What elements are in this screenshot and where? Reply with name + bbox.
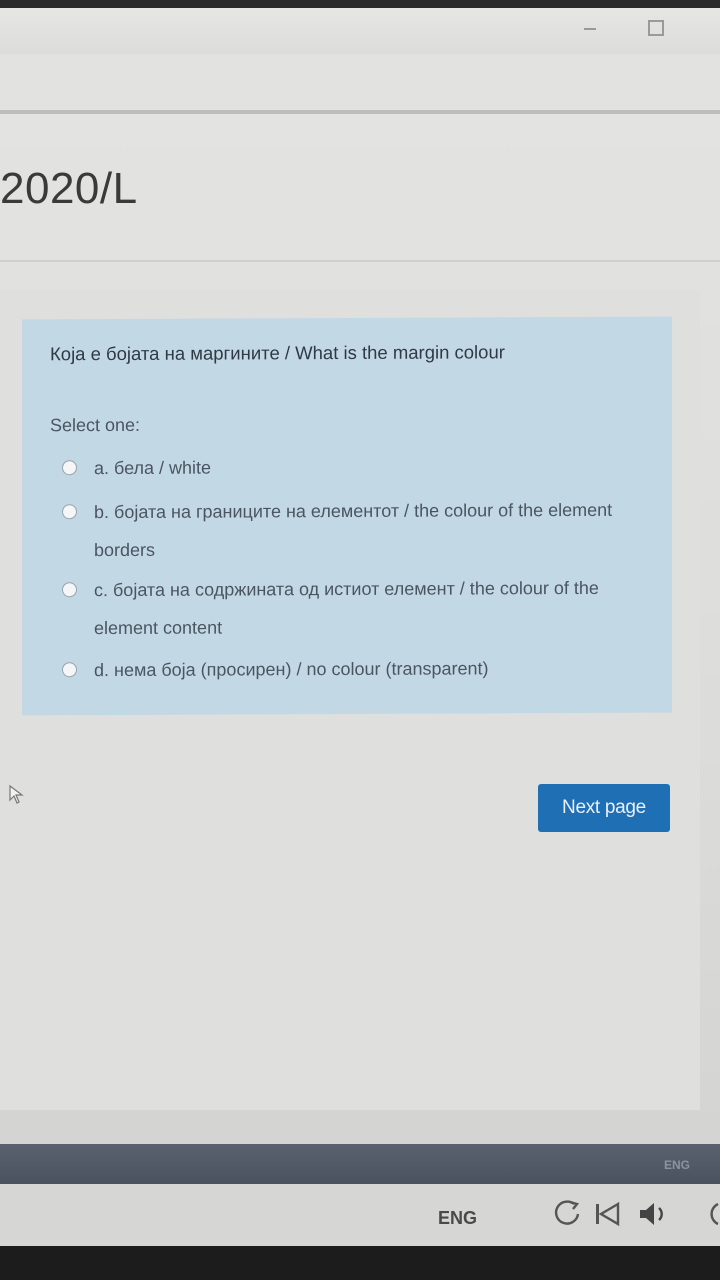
radio-button-a[interactable] — [62, 460, 77, 476]
language-indicator[interactable]: ENG — [438, 1208, 477, 1229]
answer-option-a[interactable]: a. бела / white — [62, 447, 622, 487]
quiz-page: 2020/L Која е бојата на маргините / What… — [0, 114, 720, 1144]
answer-option-d[interactable]: d. нема боја (просирен) / no colour (tra… — [62, 649, 622, 689]
page-title: 2020/L — [0, 164, 138, 213]
skip-back-icon[interactable] — [596, 1201, 620, 1227]
minimize-icon[interactable] — [584, 28, 596, 30]
answer-option-d-label: d. нема боја (просирен) / no colour (tra… — [94, 658, 489, 681]
partial-tray-icon[interactable] — [710, 1202, 719, 1226]
header-divider — [0, 260, 720, 262]
question-box: Која е бојата на маргините / What is the… — [22, 316, 672, 716]
answer-option-b-label: b. бојата на границите на елементот / th… — [94, 499, 613, 561]
radio-button-d[interactable] — [62, 662, 77, 678]
answer-option-c[interactable]: c. бојата на содржината од истиот елемен… — [62, 569, 622, 647]
radio-button-c[interactable] — [62, 582, 77, 598]
taskbar-language-label[interactable]: ENG — [664, 1158, 690, 1172]
system-tray-icons — [554, 1200, 719, 1227]
select-one-label: Select one: — [50, 414, 141, 436]
screen-bezel-bottom — [0, 1246, 720, 1280]
answer-option-a-label: a. бела / white — [94, 457, 212, 479]
screen-bezel-top — [0, 0, 720, 8]
window-title-bar — [0, 8, 720, 54]
answer-option-b[interactable]: b. бојата на границите на елементот / th… — [62, 491, 622, 569]
question-text: Која е бојата на маргините / What is the… — [50, 341, 505, 365]
taskbar: ENG — [0, 1144, 720, 1184]
volume-icon[interactable] — [640, 1203, 663, 1225]
mouse-cursor-icon — [9, 784, 24, 804]
next-page-button[interactable]: Next page — [538, 784, 670, 832]
maximize-icon[interactable] — [648, 20, 664, 36]
answer-option-c-label: c. бојата на содржината од истиот елемен… — [94, 577, 599, 639]
browser-toolbar — [0, 54, 720, 110]
radio-button-b[interactable] — [62, 504, 77, 520]
system-tray: ENG — [0, 1184, 720, 1246]
refresh-icon[interactable] — [554, 1200, 580, 1225]
